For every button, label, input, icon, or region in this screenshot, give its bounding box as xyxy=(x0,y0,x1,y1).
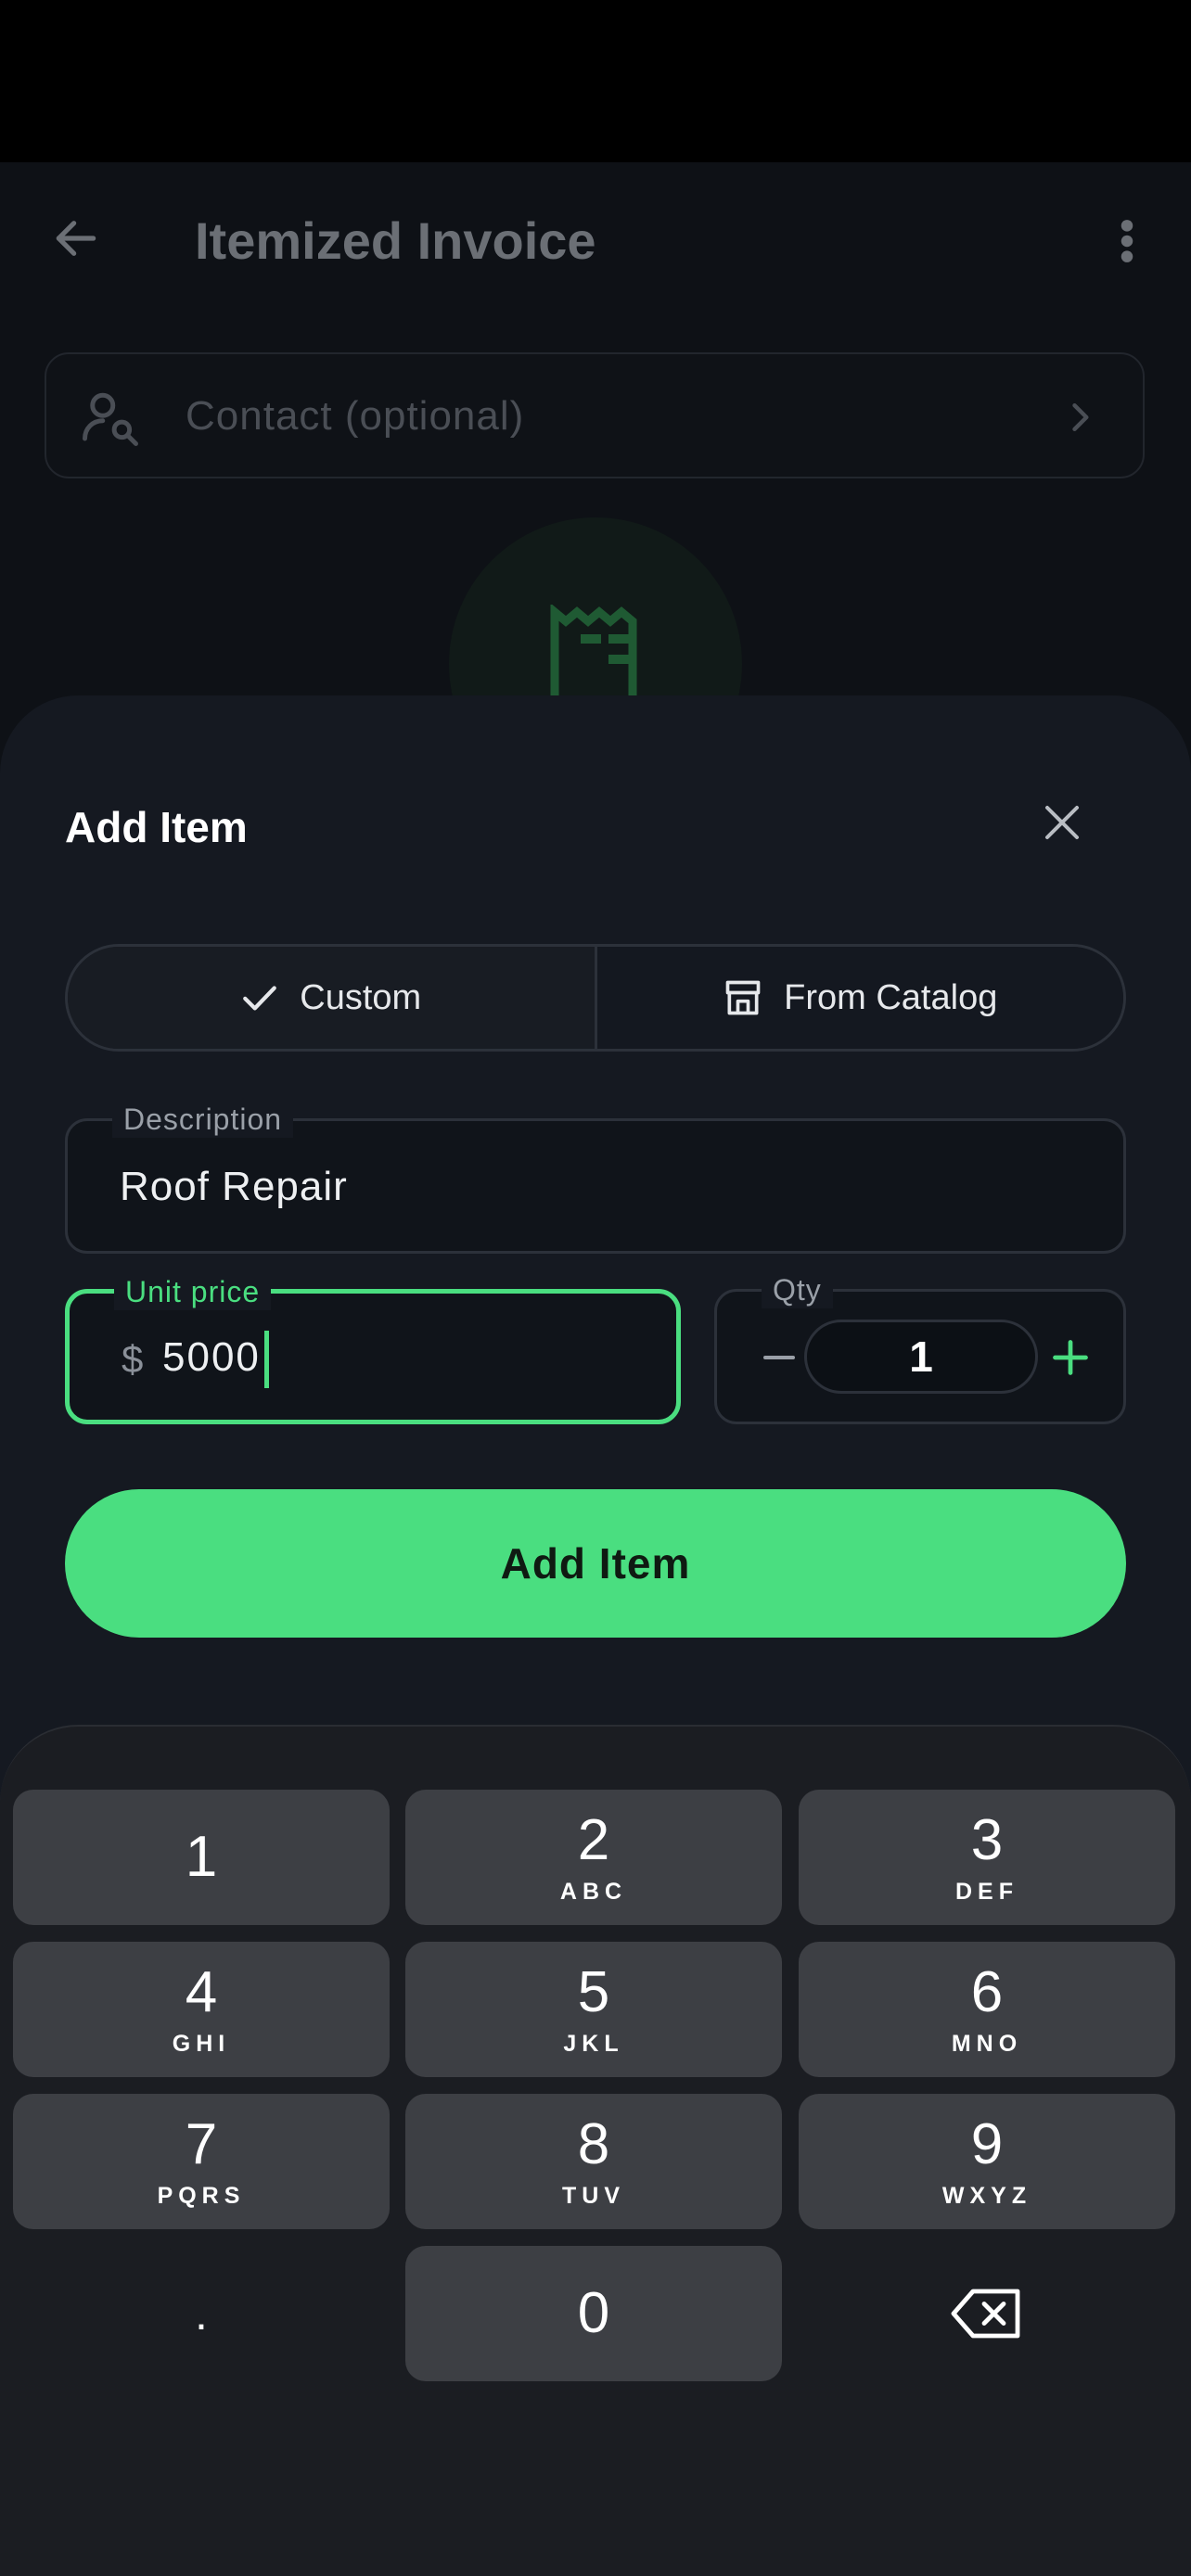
contact-selector[interactable]: Contact (optional) xyxy=(45,352,1145,478)
unit-price-field[interactable]: Unit price $ 5000 xyxy=(65,1273,681,1424)
unit-price-value: 5000 xyxy=(162,1334,261,1380)
key-backspace[interactable] xyxy=(799,2246,1175,2381)
unit-price-label: Unit price xyxy=(114,1273,272,1310)
backspace-icon xyxy=(951,2289,1020,2339)
key-6-letters: MNO xyxy=(951,2031,1023,2057)
segment-custom-label: Custom xyxy=(300,977,422,1017)
status-bar xyxy=(0,0,1191,162)
chevron-right-icon xyxy=(1072,402,1089,432)
key-5-digit: 5 xyxy=(577,1960,610,2024)
key-2-letters: ABC xyxy=(559,1879,628,1905)
key-2-digit: 2 xyxy=(577,1808,610,1872)
more-vertical-icon xyxy=(1121,220,1133,262)
add-item-button[interactable]: Add Item xyxy=(65,1489,1126,1638)
arrow-left-icon xyxy=(56,221,96,256)
page-title: Itemized Invoice xyxy=(195,211,596,270)
key-1[interactable]: 1 xyxy=(13,1790,390,1925)
key-4-digit: 4 xyxy=(185,1960,218,2024)
key-8-digit: 8 xyxy=(577,2112,610,2176)
store-icon xyxy=(725,980,761,1015)
close-icon xyxy=(1045,806,1079,839)
key-6-digit: 6 xyxy=(970,1960,1004,2024)
currency-symbol: $ xyxy=(122,1337,144,1381)
qty-increment-button[interactable] xyxy=(1042,1329,1099,1386)
minus-icon xyxy=(763,1356,795,1359)
key-7[interactable]: 7 PQRS xyxy=(13,2094,390,2229)
qty-decrement-button[interactable] xyxy=(750,1329,808,1386)
sheet-title: Add Item xyxy=(65,803,248,851)
segment-from-catalog[interactable]: From Catalog xyxy=(596,947,1123,1049)
quantity-stepper: Qty 1 xyxy=(714,1271,1126,1424)
more-options-button[interactable] xyxy=(1095,209,1159,274)
key-4[interactable]: 4 GHI xyxy=(13,1942,390,2077)
segment-custom[interactable]: Custom xyxy=(68,947,597,1049)
key-decimal[interactable]: . xyxy=(13,2246,390,2381)
description-field[interactable]: Description Roof Repair xyxy=(65,1101,1126,1254)
key-3[interactable]: 3 DEF xyxy=(799,1790,1175,1925)
contact-placeholder: Contact (optional) xyxy=(186,393,525,439)
contact-search-icon xyxy=(83,392,138,446)
key-3-digit: 3 xyxy=(970,1808,1004,1872)
receipt-icon xyxy=(544,605,647,707)
key-0[interactable]: 0 xyxy=(405,2246,782,2381)
key-8[interactable]: 8 TUV xyxy=(405,2094,782,2229)
check-icon xyxy=(243,986,277,1011)
key-0-digit: 0 xyxy=(577,2281,610,2345)
plus-icon xyxy=(1053,1340,1088,1375)
qty-value[interactable]: 1 xyxy=(804,1320,1038,1394)
key-6[interactable]: 6 MNO xyxy=(799,1942,1175,2077)
key-1-digit: 1 xyxy=(185,1825,218,1889)
close-button[interactable] xyxy=(1030,790,1095,855)
segment-catalog-label: From Catalog xyxy=(784,977,998,1017)
qty-label: Qty xyxy=(762,1271,833,1308)
text-cursor xyxy=(264,1331,269,1388)
key-8-letters: TUV xyxy=(562,2183,625,2209)
key-4-letters: GHI xyxy=(172,2031,231,2057)
key-7-letters: PQRS xyxy=(157,2183,246,2209)
key-9[interactable]: 9 WXYZ xyxy=(799,2094,1175,2229)
key-5[interactable]: 5 JKL xyxy=(405,1942,782,2077)
description-value: Roof Repair xyxy=(120,1164,348,1209)
key-3-letters: DEF xyxy=(955,1879,1018,1905)
key-5-letters: JKL xyxy=(563,2031,624,2057)
key-decimal-char: . xyxy=(195,2288,208,2340)
key-7-digit: 7 xyxy=(185,2112,218,2176)
description-label: Description xyxy=(112,1101,294,1138)
key-2[interactable]: 2 ABC xyxy=(405,1790,782,1925)
key-9-letters: WXYZ xyxy=(941,2183,1032,2209)
item-source-toggle: Custom From Catalog xyxy=(65,944,1126,1052)
back-button[interactable] xyxy=(37,199,115,277)
key-9-digit: 9 xyxy=(970,2112,1004,2176)
